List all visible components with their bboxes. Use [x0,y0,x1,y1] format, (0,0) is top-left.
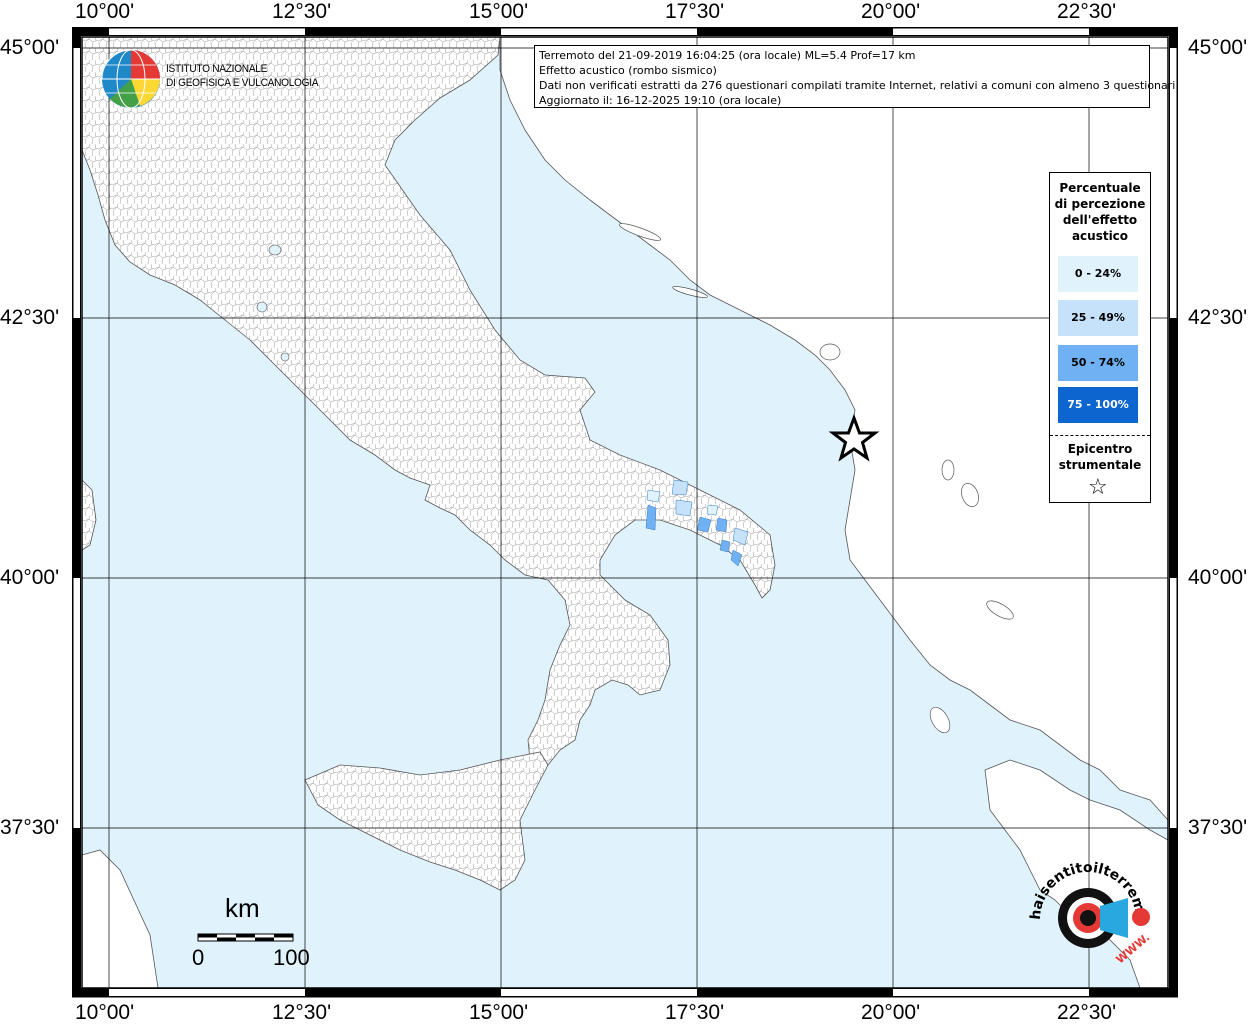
lat-tick-label: 40°00' [0,566,60,589]
lon-tick-label: 17°30' [665,0,725,23]
haisentito-logo-icon: haisentitoilterremoto.it WWW. [1028,860,1153,966]
legend-item-0-24: 0 - 24% [1058,256,1138,292]
lon-tick-label: 12°30' [272,0,332,23]
lon-tick-label: 12°30' [272,1001,332,1024]
scale-start: 0 [192,945,205,970]
institute-name: ISTITUTO NAZIONALE DI GEOFISICA E VULCAN… [166,63,319,89]
legend: Percentuale di percezione dell'effetto a… [1049,172,1151,503]
event-effect: Effetto acustico (rombo sismico) [539,64,717,77]
lat-tick-label: 40°00' [1188,566,1248,589]
watermark-www: WWW. [1114,931,1153,966]
lat-tick-label: 42°30' [0,306,60,329]
legend-divider [1050,435,1150,436]
lat-tick-label: 45°00' [1188,36,1248,59]
star-icon: ☆ [1088,475,1108,500]
event-info-box: Terremoto del 21-09-2019 16:04:25 (ora l… [534,45,1179,108]
scale-bar [197,933,294,942]
event-title: Terremoto del 21-09-2019 16:04:25 (ora l… [539,49,916,62]
lon-tick-label: 20°00' [861,0,921,23]
lon-tick-label: 17°30' [665,1001,725,1024]
lon-tick-label: 15°00' [469,1001,529,1024]
ingv-globe-icon [101,49,160,109]
lon-tick-label: 22°30' [1057,1001,1117,1024]
lon-tick-label: 15°00' [469,0,529,23]
legend-item-50-74: 50 - 74% [1058,345,1138,381]
lat-tick-label: 45°00' [0,36,60,59]
legend-item-75-100: 75 - 100% [1058,387,1138,423]
scale-end: 100 [273,945,310,970]
event-data-note: Dati non verificati estratti da 276 ques… [539,79,1179,92]
lon-tick-label: 10°00' [75,1001,135,1024]
legend-item-25-49: 25 - 49% [1058,300,1138,336]
lon-tick-label: 20°00' [861,1001,921,1024]
event-updated: Aggiornato il: 16-12-2025 19:10 (ora loc… [539,94,782,107]
lat-tick-label: 37°30' [0,816,60,839]
lon-tick-label: 10°00' [75,0,135,23]
legend-title: Percentuale di percezione dell'effetto a… [1054,181,1146,243]
scale-unit: km [225,893,260,923]
lon-tick-label: 22°30' [1057,0,1117,23]
lat-tick-label: 42°30' [1188,306,1248,329]
legend-epicenter-label: Epicentro strumentale [1058,442,1142,472]
lat-tick-label: 37°30' [1188,816,1248,839]
